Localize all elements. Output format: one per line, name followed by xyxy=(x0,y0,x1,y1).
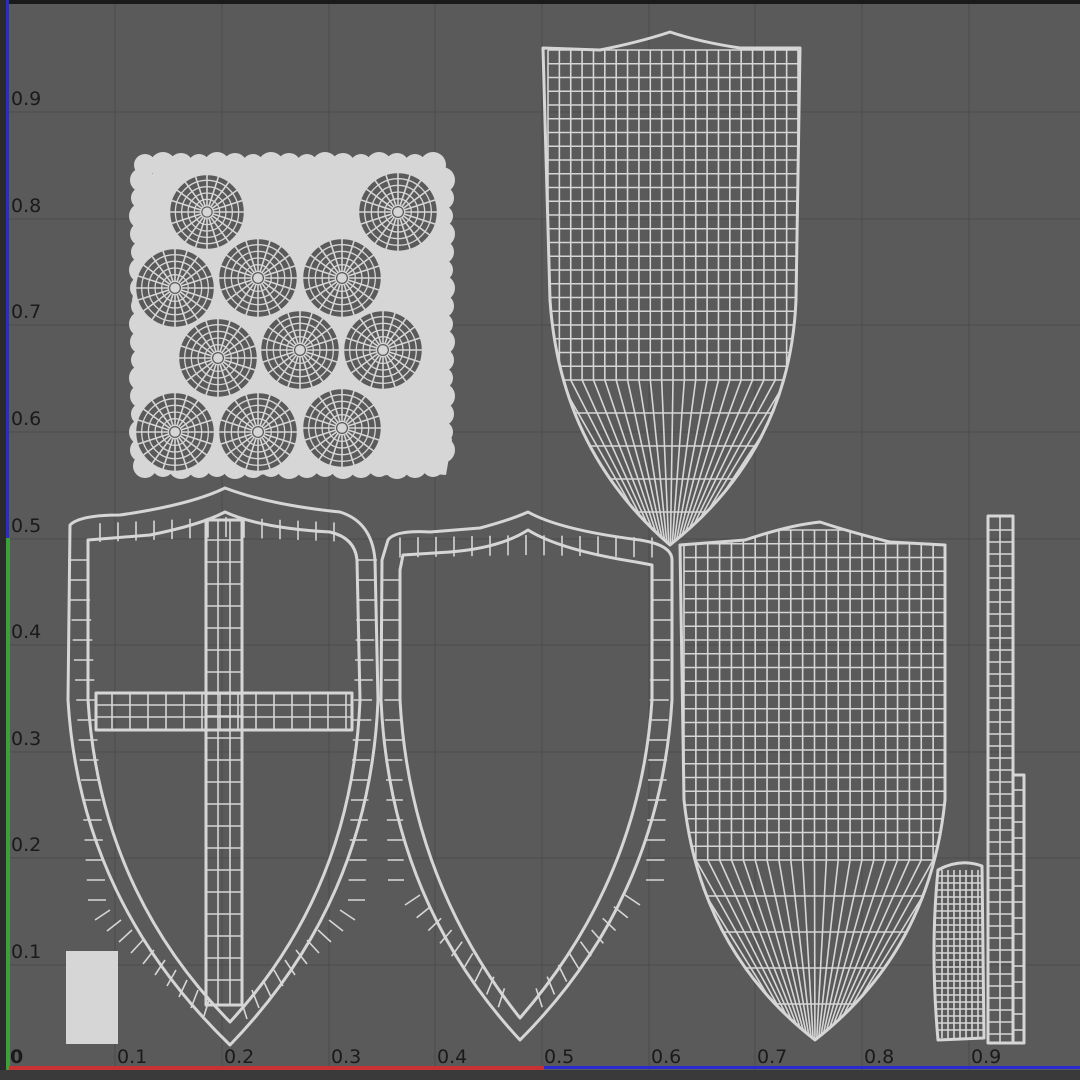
v-axis-line xyxy=(6,538,10,1070)
shield-back-lower-island[interactable] xyxy=(678,520,947,1042)
frame-top xyxy=(0,0,1080,4)
shield-back-upper-island[interactable] xyxy=(541,30,802,547)
u-label-0.7: 0.7 xyxy=(757,1046,787,1068)
v-label-0.4: 0.4 xyxy=(11,621,41,643)
u-label-0.3: 0.3 xyxy=(331,1046,361,1068)
u-label-0.6: 0.6 xyxy=(651,1046,681,1068)
v-label-0.6: 0.6 xyxy=(11,408,41,430)
frame-bottom xyxy=(0,1070,1080,1080)
frame-left-outer xyxy=(0,0,6,1080)
uv-canvas[interactable]: 0.9 0.8 0.7 0.6 0.5 0.4 0.3 0.2 0.1 0 0.… xyxy=(0,0,1080,1080)
origin-label: 0 xyxy=(10,1046,23,1068)
strap-island[interactable] xyxy=(986,514,1026,1045)
shield-rim-island[interactable] xyxy=(379,510,674,1042)
v-label-0.8: 0.8 xyxy=(11,195,41,217)
u-label-0.5: 0.5 xyxy=(544,1046,574,1068)
v-label-0.1: 0.1 xyxy=(11,941,41,963)
v-label-0.9: 0.9 xyxy=(11,88,41,110)
frame-left-blue xyxy=(6,0,9,538)
u-axis-labels: 0 0.1 0.2 0.3 0.4 0.5 0.6 0.7 0.8 0.9 xyxy=(10,1046,1001,1068)
u-label-0.9: 0.9 xyxy=(971,1046,1001,1068)
rivet-cluster-island[interactable] xyxy=(129,150,460,480)
u-label-0.1: 0.1 xyxy=(117,1046,147,1068)
v-label-0.5: 0.5 xyxy=(11,515,41,537)
u-label-0.8: 0.8 xyxy=(864,1046,894,1068)
uv-editor-viewport[interactable]: 0.9 0.8 0.7 0.6 0.5 0.4 0.3 0.2 0.1 0 0.… xyxy=(0,0,1080,1080)
handle-grip-island[interactable] xyxy=(932,861,986,1042)
u-label-0.2: 0.2 xyxy=(224,1046,254,1068)
small-block-island[interactable] xyxy=(66,951,118,1044)
v-label-0.3: 0.3 xyxy=(11,728,41,750)
v-label-0.2: 0.2 xyxy=(11,834,41,856)
u-label-0.4: 0.4 xyxy=(437,1046,467,1068)
v-label-0.7: 0.7 xyxy=(11,301,41,323)
